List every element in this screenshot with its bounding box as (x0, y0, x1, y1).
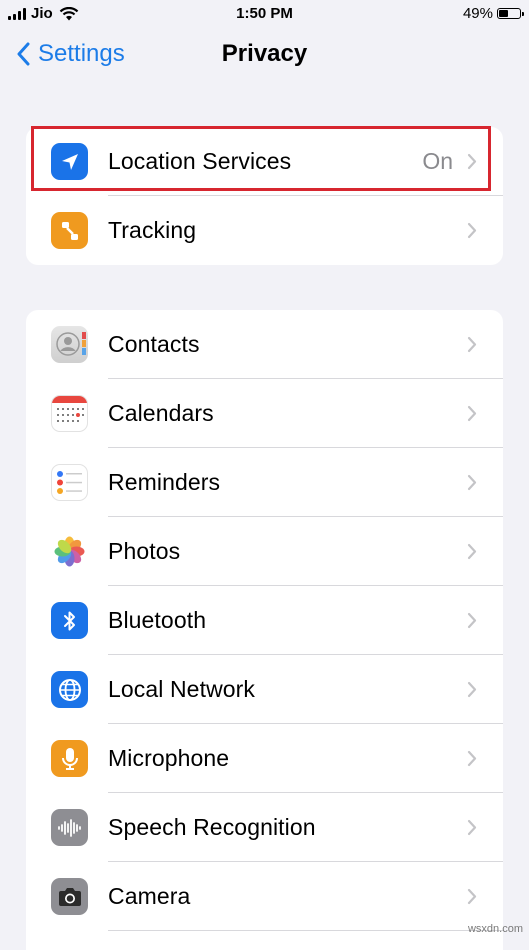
chevron-right-icon (467, 681, 477, 698)
chevron-right-icon (467, 153, 477, 170)
reminders-row[interactable]: Reminders (26, 448, 503, 517)
row-label: Microphone (108, 745, 230, 771)
row-label: Camera (108, 883, 191, 909)
chevron-right-icon (467, 750, 477, 767)
camera-row[interactable]: Camera (26, 862, 503, 931)
location-arrow-icon (51, 143, 88, 180)
location-tracking-group: Location Services On Tracking (26, 127, 503, 265)
clock: 1:50 PM (236, 5, 293, 22)
battery-icon (497, 8, 524, 19)
photos-row[interactable]: Photos (26, 517, 503, 586)
chevron-right-icon (467, 543, 477, 560)
chevron-right-icon (467, 474, 477, 491)
row-label: Contacts (108, 331, 200, 357)
reminders-icon (51, 464, 88, 501)
calendars-row[interactable]: Calendars (26, 379, 503, 448)
photos-icon (51, 533, 88, 570)
speech-recognition-row[interactable]: Speech Recognition (26, 793, 503, 862)
battery-percent: 49% (462, 5, 493, 22)
row-label: Local Network (108, 676, 256, 702)
row-separator (108, 930, 503, 931)
battery-fill (499, 10, 509, 17)
chevron-right-icon (467, 336, 477, 353)
location-services-row[interactable]: Location Services On (26, 127, 503, 196)
contacts-row[interactable]: Contacts (26, 310, 503, 379)
row-label: Photos (108, 538, 181, 564)
chevron-right-icon (467, 888, 477, 905)
chevron-right-icon (467, 612, 477, 629)
row-label: Tracking (108, 217, 197, 243)
row-label: Location Services (108, 148, 292, 174)
camera-icon (51, 878, 88, 915)
globe-icon (51, 671, 88, 708)
local-network-row[interactable]: Local Network (26, 655, 503, 724)
waveform-icon (51, 809, 88, 846)
row-label: Speech Recognition (108, 814, 316, 840)
chevron-right-icon (467, 405, 477, 422)
tracking-row[interactable]: Tracking (26, 196, 503, 265)
microphone-icon (51, 740, 88, 777)
page-title: Privacy (221, 40, 308, 67)
calendar-icon (51, 395, 88, 432)
row-label: Reminders (108, 469, 221, 495)
navigation-bar: Settings Privacy (0, 30, 529, 76)
row-label: Calendars (108, 400, 214, 426)
microphone-row[interactable]: Microphone (26, 724, 503, 793)
tracking-icon (51, 212, 88, 249)
row-label: Bluetooth (108, 607, 207, 633)
chevron-right-icon (467, 819, 477, 836)
status-right: 49% (462, 5, 524, 22)
watermark: wsxdn.com (467, 923, 523, 935)
privacy-apps-group: Contacts Calendars Reminders Photos Blue… (26, 310, 503, 950)
contacts-icon (51, 326, 88, 363)
row-value: On (422, 148, 453, 174)
bluetooth-icon (51, 602, 88, 639)
chevron-right-icon (467, 222, 477, 239)
status-bar: Jio 1:50 PM 49% (0, 0, 529, 30)
bluetooth-row[interactable]: Bluetooth (26, 586, 503, 655)
